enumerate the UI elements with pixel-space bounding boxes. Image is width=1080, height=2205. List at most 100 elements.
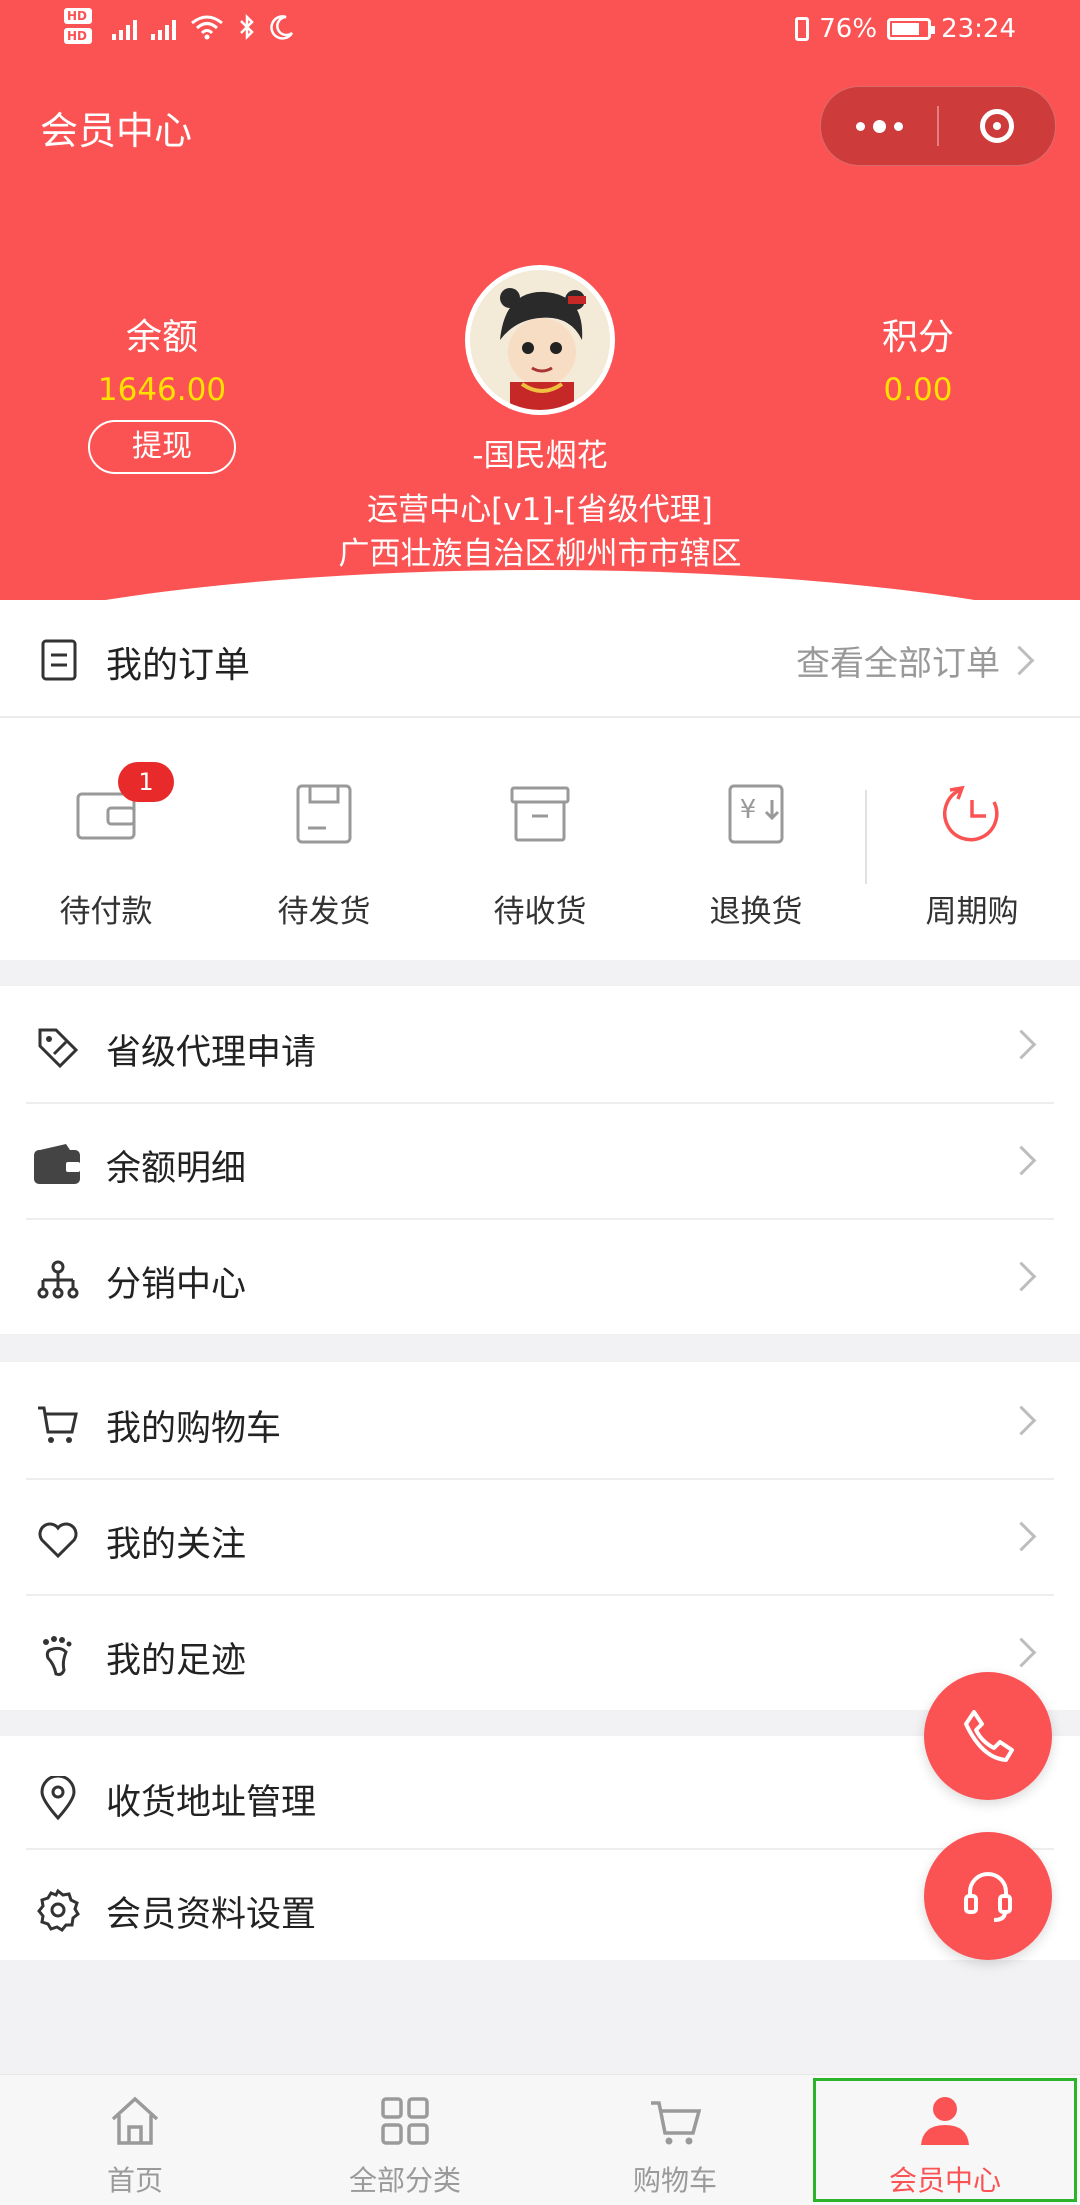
battery-percent: 76% [819,14,878,44]
box-icon [296,784,352,844]
order-return-exchange[interactable]: ¥ 退换货 [676,782,836,931]
menu-label: 收货地址管理 [106,1783,317,1823]
grid-icon [381,2097,429,2145]
profile-header: HD HD 76% 23:24 会员中心 余额 1646.00 提现 -国民烟花… [0,0,1080,600]
package-icon [510,786,570,842]
dot [855,121,865,131]
bottom-tab-bar: 首页 全部分类 购物车 会员中心 [0,2074,1080,2205]
menu-label: 分销中心 [106,1265,247,1305]
menu-my-cart[interactable]: 我的购物车 [0,1362,1080,1478]
battery-icon [887,18,936,40]
balance-label: 余额 [125,317,198,358]
clock-icon [943,785,999,842]
order-label: 退换货 [709,894,803,930]
chevron-right-icon [1006,1029,1037,1060]
menu-label: 余额明细 [106,1149,247,1189]
menu-balance-details[interactable]: 余额明细 [0,1102,1080,1218]
menu-my-footprints[interactable]: 我的足迹 [0,1594,1080,1710]
menu-profile-settings[interactable]: 会员资料设置 [0,1848,1080,1960]
footprint-icon [43,1636,72,1676]
order-list-icon [41,639,77,681]
close-mini-program-button[interactable] [939,87,1055,165]
order-subscription[interactable]: 周期购 [892,782,1052,931]
avatar[interactable] [465,265,615,415]
view-all-orders-link[interactable]: 查看全部订单 [796,636,1000,685]
phone-icon [964,1710,1014,1762]
clock-time: 23:24 [941,14,1016,44]
wallet-icon [34,1144,80,1184]
order-divider [865,790,867,884]
more-menu-button[interactable] [821,87,937,165]
tab-label: 购物车 [632,2164,717,2197]
order-label: 待付款 [59,894,153,930]
header-curve [0,570,1080,600]
points-value: 0.00 [883,372,953,408]
order-pending-payment[interactable]: 1 待付款 [26,762,186,931]
menu-label: 我的购物车 [106,1409,282,1449]
hierarchy-icon [37,1260,79,1299]
signal-icons [112,14,294,40]
hd-badge-2: HD [64,28,92,44]
target-icon [980,109,1014,143]
order-label: 待收货 [493,894,587,930]
chevron-right-icon [1006,1521,1037,1552]
tab-label: 会员中心 [888,2164,1001,2197]
menu-label: 我的足迹 [106,1641,247,1681]
menu-provincial-agent[interactable]: 省级代理申请 [0,986,1080,1102]
tab-member-center[interactable]: 会员中心 [810,2075,1080,2205]
tab-home[interactable]: 首页 [0,2075,270,2205]
order-pending-shipment[interactable]: 待发货 [244,782,404,931]
my-orders-title: 我的订单 [106,645,251,686]
call-button[interactable] [924,1672,1052,1800]
user-icon [921,2097,969,2145]
order-label: 周期购 [925,894,1019,930]
dot [893,121,903,131]
chevron-right-icon [1004,645,1035,676]
user-role: 运营中心[v1]-[省级代理] [367,492,713,528]
my-orders-header[interactable]: 我的订单 查看全部订单 [0,600,1080,718]
tab-categories[interactable]: 全部分类 [270,2075,540,2205]
tab-label: 首页 [106,2164,163,2197]
order-pending-receipt[interactable]: 待收货 [460,782,620,931]
wifi-icon [191,15,223,40]
balance-value: 1646.00 [97,372,227,408]
heart-icon [38,1522,78,1559]
menu-distribution-center[interactable]: 分销中心 [0,1218,1080,1334]
menu-address-management[interactable]: 收货地址管理 [0,1736,1080,1848]
bluetooth-icon [240,14,254,40]
menu-label: 省级代理申请 [106,1033,317,1073]
location-icon [40,1776,76,1820]
avatar-image [470,270,610,410]
order-label: 待发货 [277,894,371,930]
chevron-right-icon [1006,1405,1037,1436]
yen-return-icon: ¥ [728,784,784,844]
menu-label: 我的关注 [106,1525,247,1565]
chevron-right-icon [1006,1145,1037,1176]
user-region: 广西壮族自治区柳州市市辖区 [338,536,742,572]
home-icon [111,2096,159,2145]
settings-icon [37,1888,80,1932]
status-bar: HD HD 76% 23:24 [0,0,1080,66]
username: -国民烟花 [472,438,608,474]
menu-group-account: 省级代理申请 余额明细 分销中心 [0,986,1080,1334]
vibrate-icon [795,17,810,41]
tab-cart[interactable]: 购物车 [540,2075,810,2205]
pending-payment-badge: 1 [118,762,174,802]
dot [872,119,886,133]
cart-icon [38,1406,78,1443]
order-status-row: 1 待付款 待发货 待收货 ¥ 退换货 周期购 [0,718,1080,960]
balance-block: 余额 1646.00 [70,308,254,408]
hd-badge-1: HD [64,8,92,24]
customer-service-button[interactable] [924,1832,1052,1960]
headset-icon [964,1872,1012,1922]
signal-bars-icon [151,18,176,40]
points-label: 积分 [881,317,954,358]
svg-text:¥: ¥ [740,795,757,825]
menu-group-settings: 收货地址管理 会员资料设置 [0,1736,1080,1960]
withdraw-button[interactable]: 提现 [88,420,236,474]
menu-my-favorites[interactable]: 我的关注 [0,1478,1080,1594]
chevron-right-icon [1006,1637,1037,1668]
tag-icon [38,1028,79,1069]
mini-program-capsule [820,86,1056,166]
menu-label: 会员资料设置 [106,1895,317,1935]
